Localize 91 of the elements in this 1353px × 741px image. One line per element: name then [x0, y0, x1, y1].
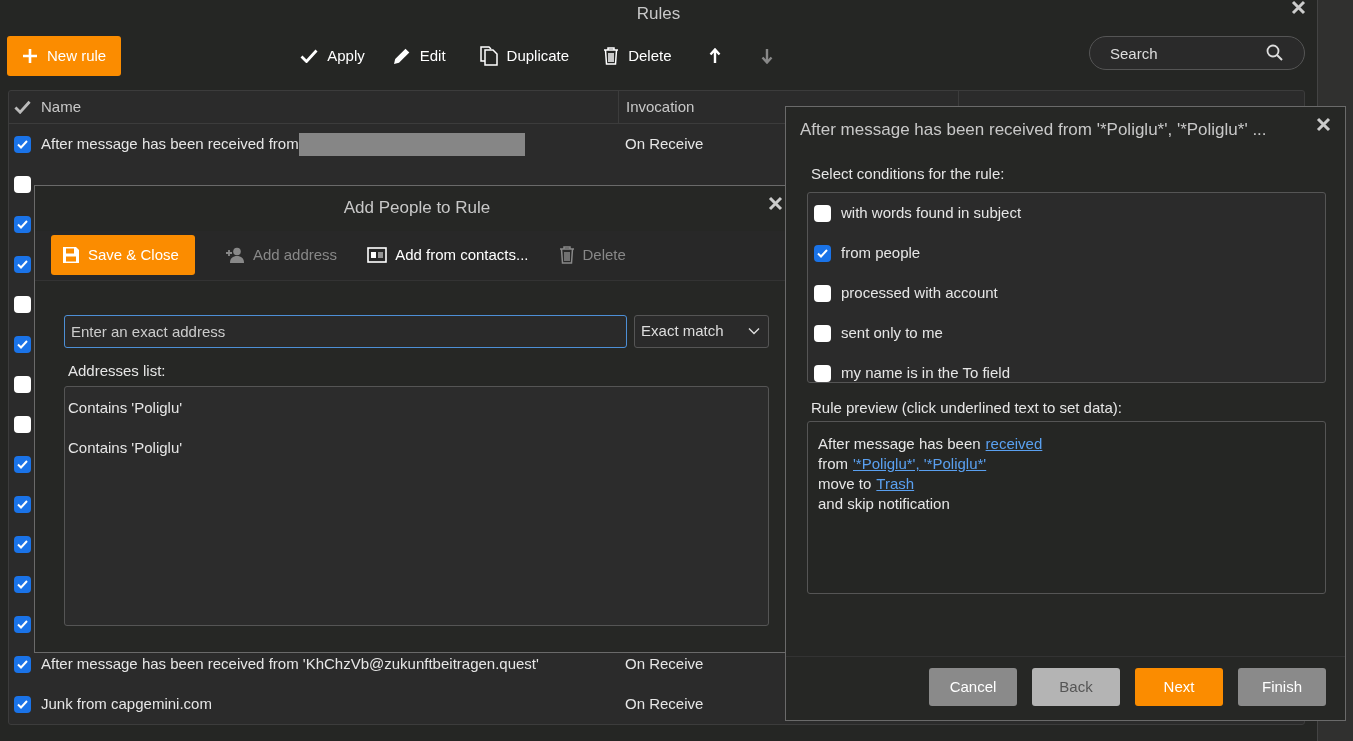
checkbox[interactable] — [14, 455, 31, 473]
preview-label: Rule preview (click underlined text to set data): — [810, 397, 1122, 418]
list-label: Addresses list: — [67, 360, 166, 381]
duplicate-button[interactable]: Duplicate — [479, 36, 570, 76]
checkbox[interactable] — [14, 575, 31, 593]
check-icon — [17, 699, 28, 709]
checkbox[interactable] — [14, 655, 31, 673]
check-icon — [17, 499, 28, 509]
trash-icon — [558, 246, 575, 264]
arrow-up-icon — [709, 48, 722, 64]
table-cell: On Receive — [625, 694, 704, 712]
check-icon — [17, 659, 28, 669]
check-icon — [17, 539, 28, 549]
save-icon — [62, 246, 80, 264]
condition-label: my name is in the To field — [841, 363, 1010, 382]
condition-label: processed with account — [841, 283, 998, 304]
address-field[interactable]: Enter an exact address — [64, 314, 627, 348]
table-cell-text: Junk from capgemini.com — [41, 693, 212, 714]
check-all-icon[interactable] — [14, 100, 31, 114]
checkbox[interactable] — [814, 285, 831, 302]
check-icon — [17, 579, 28, 589]
add-person-icon — [224, 247, 245, 263]
checkbox[interactable] — [14, 335, 31, 353]
condition-label: sent only to me — [841, 323, 943, 344]
close-icon — [768, 196, 783, 211]
dialog-title: After message has been received from '*Poliglu*', '*Poliglu*' ... — [800, 120, 1267, 139]
conditions-label: Select conditions for the rule: — [810, 164, 1005, 184]
checkbox[interactable] — [14, 255, 31, 273]
search-icon — [1266, 44, 1283, 61]
arrow-down-icon — [761, 48, 774, 64]
check-icon — [17, 339, 28, 349]
checkbox[interactable] — [814, 205, 831, 222]
add-from-contacts-button[interactable]: Add from contacts... — [367, 243, 529, 267]
close-icon — [1291, 0, 1306, 15]
close-icon — [1316, 117, 1331, 132]
check-icon — [17, 219, 28, 229]
checkbox[interactable] — [814, 325, 831, 342]
contact-card-icon — [367, 247, 388, 263]
checkbox[interactable] — [14, 375, 31, 393]
window-title: Rules — [636, 3, 681, 25]
condition-label: with words found in subject — [841, 203, 1022, 224]
match-select[interactable]: Exact match — [634, 314, 769, 348]
trash-icon — [603, 47, 620, 65]
conditions-list[interactable]: with words found in subject from people processed with account sent only to me my name is in the To field — [807, 191, 1326, 383]
plus-icon — [22, 48, 38, 64]
preview-text: move to — [818, 474, 872, 493]
checkbox[interactable] — [14, 495, 31, 513]
table-cell-text: After message has been received from — [41, 133, 299, 154]
checkbox[interactable] — [14, 415, 31, 433]
pencil-icon — [392, 47, 411, 65]
preview-link[interactable]: received — [985, 433, 1043, 453]
preview-link[interactable]: Trash — [876, 473, 915, 493]
checkbox[interactable] — [14, 295, 31, 313]
table-cell-text: After message has been received from 'KhChzVb@zukunftbeitragen.quest' — [41, 653, 539, 674]
checkbox[interactable] — [14, 135, 31, 153]
delete-button[interactable]: Delete — [603, 36, 672, 76]
preview-text: from — [818, 454, 848, 473]
preview-text: and skip notification — [818, 494, 950, 513]
list-item[interactable]: Contains 'Poliglu' — [68, 437, 183, 477]
condition-label: from people — [841, 243, 921, 264]
table-cell: On Receive — [625, 134, 704, 152]
column-header[interactable]: Name — [41, 95, 81, 119]
checkbox[interactable] — [14, 695, 31, 713]
table-cell: On Receive — [625, 654, 704, 672]
check-icon — [17, 139, 28, 149]
dialog-title: Add People to Rule — [343, 198, 491, 217]
chevron-down-icon — [748, 327, 760, 335]
checkbox[interactable] — [814, 365, 831, 382]
checkbox[interactable] — [14, 175, 31, 193]
check-icon — [817, 249, 828, 258]
copy-icon — [479, 46, 498, 66]
close-button[interactable] — [1316, 117, 1331, 132]
checkbox[interactable] — [814, 245, 831, 262]
check-icon — [17, 619, 28, 629]
check-icon — [17, 259, 28, 269]
wizard-button[interactable]: Back — [1032, 668, 1120, 706]
checkbox[interactable] — [14, 215, 31, 233]
preview-link[interactable]: '*Poliglu*', '*Poliglu*' — [853, 453, 987, 473]
preview-text: After message has been — [818, 434, 981, 453]
column-header[interactable]: Invocation — [626, 95, 695, 119]
check-icon — [300, 49, 319, 63]
close-button[interactable] — [768, 196, 783, 211]
checkbox[interactable] — [14, 615, 31, 633]
apply-button[interactable]: Apply — [300, 36, 365, 76]
check-icon — [17, 459, 28, 469]
edit-button[interactable]: Edit — [392, 36, 446, 76]
checkbox[interactable] — [14, 535, 31, 553]
address-list[interactable]: Contains 'Poliglu' Contains 'Poliglu' — [64, 386, 769, 626]
close-button[interactable] — [1291, 0, 1306, 15]
search-field[interactable]: Search — [1089, 36, 1305, 70]
list-item[interactable]: Contains 'Poliglu' — [68, 397, 183, 437]
